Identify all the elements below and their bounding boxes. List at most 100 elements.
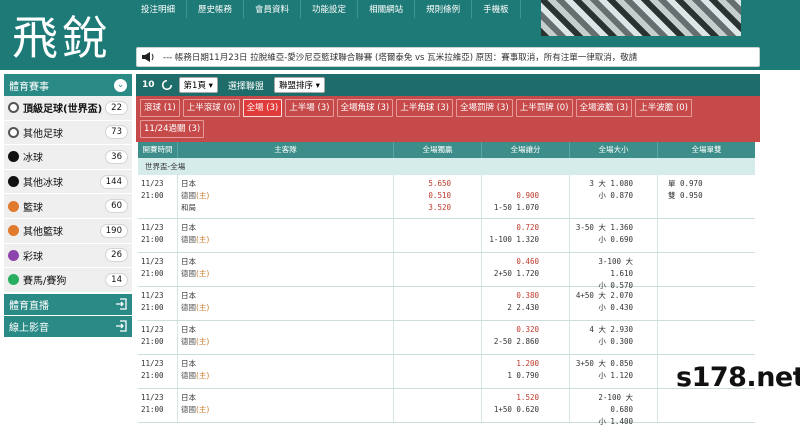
lottery-ball-icon xyxy=(8,249,19,261)
handicap-odds[interactable]: 1 0.790 xyxy=(485,370,539,382)
sidebar-item[interactable]: 其他籃球 190 xyxy=(4,218,132,244)
nav-rules[interactable]: 規則條例 xyxy=(415,0,473,18)
cell-handicap: 0.900 1-50 1.070 xyxy=(482,175,570,218)
match-time: 11/23 21:00 xyxy=(138,355,178,388)
select-league-button[interactable]: 選擇聯盟 xyxy=(224,79,268,92)
over-under-odds[interactable]: 4+50 大 2.070 xyxy=(573,290,633,302)
over-under-odds[interactable]: 3 大 1.080 xyxy=(573,178,633,190)
match-clock: 21:00 xyxy=(141,191,164,200)
market-tab[interactable]: 上半罰牌 (0) xyxy=(515,99,573,117)
over-under-odds[interactable]: 小 0.690 xyxy=(573,234,633,246)
cell-over-under: 4+50 大 2.070 小 0.430 xyxy=(570,287,658,320)
draw-label: 和局 xyxy=(181,203,196,212)
match-date: 11/23 xyxy=(141,257,164,266)
market-tab[interactable]: 全場波膽 (3) xyxy=(575,99,633,117)
market-tabs: 滾球 (1) 上半滾球 (0) 全場 (3) 上半場 (3) 全場角球 (3) 上半角球 … xyxy=(136,96,760,142)
market-tab[interactable]: 上半角球 (3) xyxy=(396,99,453,117)
match-time: 11/23 21:00 xyxy=(138,287,178,320)
sidebar-link-label: 線上影音 xyxy=(9,322,49,334)
handicap-odds[interactable]: 0.380 xyxy=(485,290,539,302)
handicap-odds[interactable]: 2 2.430 xyxy=(485,302,539,314)
refresh-icon[interactable] xyxy=(161,79,173,91)
sidebar-item[interactable]: 頂級足球(世界盃) 22 xyxy=(4,96,132,121)
nav-history[interactable]: 歷史帳務 xyxy=(187,0,245,18)
market-tab[interactable]: 全場角球 (3) xyxy=(336,99,394,117)
handicap-odds[interactable]: 0.900 xyxy=(485,190,539,202)
sidebar-item[interactable]: 賽馬/賽狗 14 xyxy=(4,268,132,293)
odds-1x2[interactable]: 5.650 xyxy=(397,178,451,190)
handicap-odds[interactable]: 1.200 xyxy=(485,358,539,370)
market-tab[interactable]: 上半波膽 (0) xyxy=(635,99,692,117)
sidebar-item[interactable]: 籃球 60 xyxy=(4,194,132,219)
col-handicap: 全場讓分 xyxy=(482,142,570,158)
chevron-down-icon[interactable]: ⌄ xyxy=(114,78,127,92)
market-tab[interactable]: 上半場 (3) xyxy=(285,99,334,117)
col-over-under: 全場大小 xyxy=(570,142,658,158)
col-odd-even: 全場單雙 xyxy=(691,145,722,154)
handicap-odds[interactable]: 1+50 0.620 xyxy=(485,404,539,416)
team-away: 德國 xyxy=(181,235,196,244)
over-under-odds[interactable]: 小 1.400 xyxy=(573,416,633,428)
cell-1x2 xyxy=(394,321,482,354)
over-under-odds[interactable]: 小 0.300 xyxy=(573,336,633,348)
odds-1x2[interactable]: 0.510 xyxy=(397,190,451,202)
match-row: 11/23 21:00 日本 德國(主) 0.320 2-50 2.860 4 大 2.93… xyxy=(138,321,755,355)
sidebar-header[interactable]: 體育賽事 ⌄ xyxy=(4,74,132,96)
nav-member-info[interactable]: 會員資料 xyxy=(244,0,302,18)
match-time: 11/23 21:00 xyxy=(138,389,178,422)
handicap-odds[interactable]: 1-100 1.320 xyxy=(485,234,539,246)
handicap-odds[interactable]: 2-50 2.860 xyxy=(485,336,539,348)
handicap-odds[interactable]: 0.320 xyxy=(485,324,539,336)
sort-select[interactable]: 聯盟排序 ▾ xyxy=(273,77,325,93)
over-under-odds[interactable]: 2-100 大 0.680 xyxy=(573,392,633,416)
match-row: 11/23 21:00 日本 德國(主) 1.520 1+50 0.620 2-100 大 … xyxy=(138,389,755,426)
match-time: 11/23 21:00 xyxy=(138,175,178,218)
login-icon xyxy=(116,320,127,332)
handicap-odds[interactable]: 0.460 xyxy=(485,256,539,268)
match-date: 11/23 xyxy=(141,325,164,334)
over-under-odds[interactable]: 小 0.430 xyxy=(573,302,633,314)
match-row: 11/23 21:00 日本 德國(主) 1.200 1 0.790 3+50 大 0.85… xyxy=(138,355,755,389)
over-under-odds[interactable]: 小 0.870 xyxy=(573,190,633,202)
match-time: 11/23 21:00 xyxy=(138,219,178,252)
sidebar-link-live[interactable]: 體育直播 xyxy=(4,292,132,315)
handicap-odds[interactable]: 0.720 xyxy=(485,222,539,234)
team-home: 日本 xyxy=(181,359,196,368)
cell-1x2 xyxy=(394,355,482,388)
sidebar-item[interactable]: 其他冰球 144 xyxy=(4,169,132,195)
market-tab[interactable]: 滾球 (1) xyxy=(140,99,180,117)
nav-related-sites[interactable]: 相關網站 xyxy=(358,0,416,18)
page-select[interactable]: 第1頁 ▾ xyxy=(178,77,218,93)
sidebar-item[interactable]: 冰球 36 xyxy=(4,145,132,170)
announcement-marquee: --- 帳務日期11月23日 拉脫維亞-愛沙尼亞籃球聯合聯賽 (塔爾泰免 vs … xyxy=(136,47,760,67)
market-tab[interactable]: 11/24過關 (3) xyxy=(140,120,205,138)
sidebar-item[interactable]: 其他足球 73 xyxy=(4,120,132,146)
site-logo[interactable]: 飛銳 xyxy=(12,2,112,68)
sidebar-link-video[interactable]: 線上影音 xyxy=(4,314,132,337)
market-tab[interactable]: 上半滾球 (0) xyxy=(182,99,240,117)
nav-mobile[interactable]: 手機板 xyxy=(472,0,521,18)
sidebar-item-label: 彩球 xyxy=(23,251,43,263)
sidebar-title: 體育賽事 xyxy=(9,81,49,93)
over-under-odds[interactable]: 3-50 大 1.360 xyxy=(573,222,633,234)
nav-settings[interactable]: 功能設定 xyxy=(301,0,359,18)
nav-bet-details[interactable]: 投注明細 xyxy=(130,0,188,18)
over-under-odds[interactable]: 4 大 2.930 xyxy=(573,324,633,336)
odds-1x2[interactable]: 3.520 xyxy=(397,202,451,214)
match-row: 11/23 21:00 日本 德國(主) 0.720 1-100 1.320 3-50 大 … xyxy=(138,219,755,253)
over-under-odds[interactable]: 小 1.120 xyxy=(573,370,633,382)
sidebar-item[interactable]: 彩球 26 xyxy=(4,243,132,269)
over-under-odds[interactable]: 3-100 大 1.610 xyxy=(573,256,633,280)
odd-even-odds[interactable]: 雙 0.950 xyxy=(668,190,752,202)
cell-handicap: 0.380 2 2.430 xyxy=(482,287,570,320)
market-tab[interactable]: 全場罰牌 (3) xyxy=(456,99,513,117)
handicap-odds[interactable]: 1.520 xyxy=(485,392,539,404)
odd-even-odds[interactable]: 單 0.970 xyxy=(668,178,752,190)
over-under-odds[interactable]: 3+50 大 0.850 xyxy=(573,358,633,370)
handicap-odds[interactable]: 1-50 1.070 xyxy=(485,202,539,214)
market-tab[interactable]: 全場 (3) xyxy=(242,99,283,117)
sidebar-item-count: 144 xyxy=(99,174,128,189)
match-clock: 21:00 xyxy=(141,405,164,414)
handicap-odds[interactable]: 2+50 1.720 xyxy=(485,268,539,280)
match-date: 11/23 xyxy=(141,393,164,402)
